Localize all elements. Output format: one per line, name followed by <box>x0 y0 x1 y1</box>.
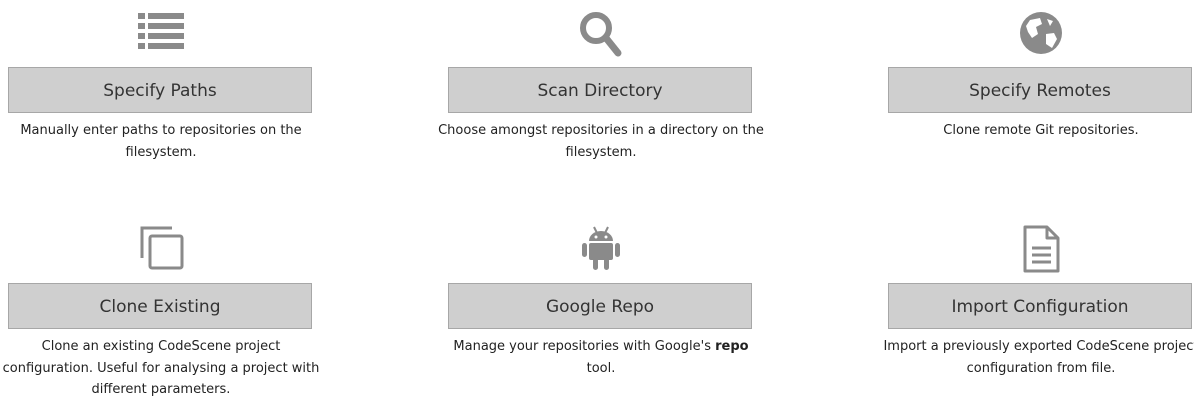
clone-existing-button[interactable]: Clone Existing <box>8 283 312 329</box>
globe-icon <box>1020 12 1062 54</box>
specify-remotes-button[interactable]: Specify Remotes <box>888 67 1192 113</box>
android-icon <box>582 226 620 270</box>
google-repo-description: Manage your repositories with Google's r… <box>438 336 764 379</box>
specify-paths-button[interactable]: Specify Paths <box>8 67 312 113</box>
clone-icon <box>140 226 184 270</box>
specify-remotes-description: Clone remote Git repositories. <box>943 123 1139 138</box>
google-repo-button[interactable]: Google Repo <box>448 283 752 329</box>
google-repo-description-before: Manage your repositories with Google's <box>453 339 716 354</box>
list-icon <box>138 13 184 49</box>
import-configuration-button[interactable]: Import Configuration <box>888 283 1192 329</box>
specify-paths-description: Manually enter paths to repositories on … <box>20 123 302 160</box>
google-repo-description-after: tool. <box>586 360 616 376</box>
scan-directory-button[interactable]: Scan Directory <box>448 67 752 113</box>
search-icon <box>580 12 622 57</box>
scan-directory-description: Choose amongst repositories in a directo… <box>438 123 764 160</box>
import-configuration-description: Import a previously exported CodeScene p… <box>883 339 1194 376</box>
clone-existing-description: Clone an existing CodeScene project conf… <box>2 339 320 397</box>
google-repo-description-bold: repo <box>715 339 749 354</box>
file-text-icon <box>1023 225 1060 273</box>
